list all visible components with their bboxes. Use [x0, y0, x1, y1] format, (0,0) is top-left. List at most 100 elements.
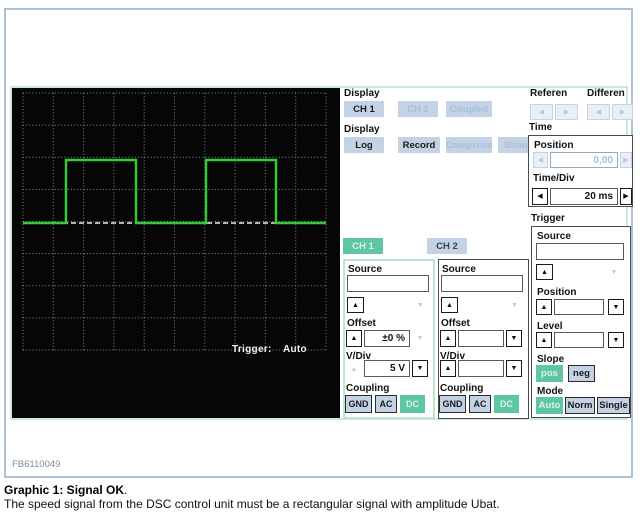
display-modes-label: Display — [344, 124, 380, 135]
down-arrow-icon: ▼ — [511, 302, 518, 309]
trigger-source-up-button[interactable]: ▲ — [536, 264, 553, 280]
caption-title-text: Graphic 1: Signal OK — [4, 483, 124, 497]
record-button[interactable]: Record — [398, 137, 440, 153]
scope-svg — [12, 88, 340, 418]
left-arrow-icon: ◀ — [537, 193, 542, 200]
caption-title-suffix: . — [124, 483, 127, 497]
up-arrow-icon: ▲ — [446, 302, 453, 309]
right-arrow-icon: ▶ — [623, 157, 628, 164]
down-arrow-icon: ▼ — [511, 335, 518, 342]
difference-next-button: ▶ — [612, 104, 633, 120]
log-button[interactable]: Log — [344, 137, 384, 153]
reference-next-button: ▶ — [555, 104, 578, 120]
left-arrow-icon: ◀ — [596, 109, 601, 116]
trigger-slope-label: Slope — [537, 354, 564, 365]
trigger-group-label: Trigger — [531, 213, 565, 224]
time-position-increase-button: ▶ — [620, 152, 632, 168]
ch1-source-up-button[interactable]: ▲ — [347, 297, 364, 313]
ch2-display-button: CH 2 — [398, 101, 438, 117]
timediv-decrease-button[interactable]: ◀ — [532, 188, 548, 205]
ch2-vdiv-field[interactable] — [458, 360, 504, 377]
ch2-source-up-button[interactable]: ▲ — [441, 297, 458, 313]
ch1-coupling-ac-button[interactable]: AC — [375, 395, 397, 413]
up-arrow-icon: ▲ — [351, 366, 358, 373]
difference-prev-button: ◀ — [587, 104, 610, 120]
ch2-source-down-button: ▼ — [507, 298, 522, 312]
ch1-vdiv-field[interactable]: 5 V — [364, 360, 410, 377]
ch2-source-field[interactable] — [441, 275, 523, 292]
ch1-coupling-dc-button[interactable]: DC — [400, 395, 425, 413]
trigger-mode-label: Mode — [537, 386, 563, 397]
trigger-status-value: Auto — [283, 344, 307, 355]
ch1-vdiv-up-button: ▲ — [347, 363, 361, 376]
caption-title: Graphic 1: Signal OK. — [4, 483, 127, 497]
diagnostic-graphic-page: Trigger: Auto Display CH 1 CH 2 Coupled … — [0, 0, 640, 525]
ch2-vdiv-down-button[interactable]: ▼ — [506, 360, 522, 377]
timediv-field[interactable]: 20 ms — [550, 188, 618, 205]
ch2-offset-field[interactable] — [458, 330, 504, 347]
left-arrow-icon: ◀ — [539, 109, 544, 116]
ch1-vdiv-down-button[interactable]: ▼ — [412, 360, 428, 377]
caption-body: The speed signal from the DSC control un… — [4, 497, 500, 511]
ch2-offset-up-button[interactable]: ▲ — [440, 330, 456, 347]
trigger-source-label: Source — [537, 231, 571, 242]
trigger-level-down-button[interactable]: ▼ — [608, 332, 624, 348]
ch1-offset-field[interactable]: ±0 % — [364, 330, 410, 347]
ch1-coupling-label: Coupling — [346, 383, 389, 394]
time-group-label: Time — [529, 122, 552, 133]
mode-norm-button[interactable]: Norm — [565, 397, 595, 414]
trigger-status-label: Trigger: — [232, 344, 272, 355]
mode-auto-button[interactable]: Auto — [536, 397, 563, 414]
ch1-offset-up-button[interactable]: ▲ — [346, 330, 362, 347]
ch1-display-button[interactable]: CH 1 — [344, 101, 384, 117]
ch2-coupling-label: Coupling — [440, 383, 483, 394]
ch2-coupling-dc-button[interactable]: DC — [494, 395, 519, 413]
ch2-coupling-gnd-button[interactable]: GND — [439, 395, 466, 413]
ch1-offset-down-button: ▼ — [413, 332, 427, 345]
trigger-position-up-button[interactable]: ▲ — [536, 299, 552, 315]
ch1-coupling-gnd-button[interactable]: GND — [345, 395, 372, 413]
time-position-label: Position — [534, 140, 573, 151]
slope-neg-button[interactable]: neg — [568, 365, 595, 382]
tab-ch1[interactable]: CH 1 — [343, 238, 383, 254]
time-position-decrease-button: ◀ — [533, 152, 548, 168]
up-arrow-icon: ▲ — [351, 335, 358, 342]
down-arrow-icon: ▼ — [611, 269, 618, 276]
ch2-source-label: Source — [442, 264, 476, 275]
trigger-level-up-button[interactable]: ▲ — [536, 332, 552, 348]
time-position-field: 0,00 — [550, 152, 618, 168]
compress-button: Compress — [446, 137, 492, 153]
up-arrow-icon: ▲ — [445, 365, 452, 372]
ch1-source-down-button: ▼ — [413, 298, 428, 312]
down-arrow-icon: ▼ — [613, 304, 620, 311]
trigger-source-field[interactable] — [536, 243, 624, 260]
coupled-display-button: Coupled — [446, 101, 492, 117]
display-channels-label: Display — [344, 88, 380, 99]
up-arrow-icon: ▲ — [541, 304, 548, 311]
trigger-level-field[interactable] — [554, 332, 604, 348]
slope-pos-button[interactable]: pos — [536, 365, 563, 382]
mode-single-button[interactable]: Single — [597, 397, 630, 414]
ch1-source-label: Source — [348, 264, 382, 275]
up-arrow-icon: ▲ — [352, 302, 359, 309]
reference-label: Referen — [530, 88, 567, 99]
tab-ch2[interactable]: CH 2 — [427, 238, 467, 254]
figure-code: FB6110049 — [12, 459, 60, 470]
up-arrow-icon: ▲ — [541, 337, 548, 344]
ch2-offset-down-button[interactable]: ▼ — [506, 330, 522, 347]
trigger-position-down-button[interactable]: ▼ — [608, 299, 624, 315]
up-arrow-icon: ▲ — [445, 335, 452, 342]
ch2-coupling-ac-button[interactable]: AC — [469, 395, 491, 413]
ch1-source-field[interactable] — [347, 275, 429, 292]
left-arrow-icon: ◀ — [538, 157, 543, 164]
down-arrow-icon: ▼ — [511, 365, 518, 372]
scope-display: Trigger: Auto — [12, 88, 340, 418]
timediv-increase-button[interactable]: ▶ — [620, 188, 632, 205]
right-arrow-icon: ▶ — [623, 193, 628, 200]
trigger-position-label: Position — [537, 287, 576, 298]
right-arrow-icon: ▶ — [620, 109, 625, 116]
ch2-vdiv-up-button[interactable]: ▲ — [440, 360, 456, 377]
trigger-position-field[interactable] — [554, 299, 604, 315]
trigger-source-down-button: ▼ — [606, 265, 622, 279]
ch1-offset-label: Offset — [347, 318, 376, 329]
